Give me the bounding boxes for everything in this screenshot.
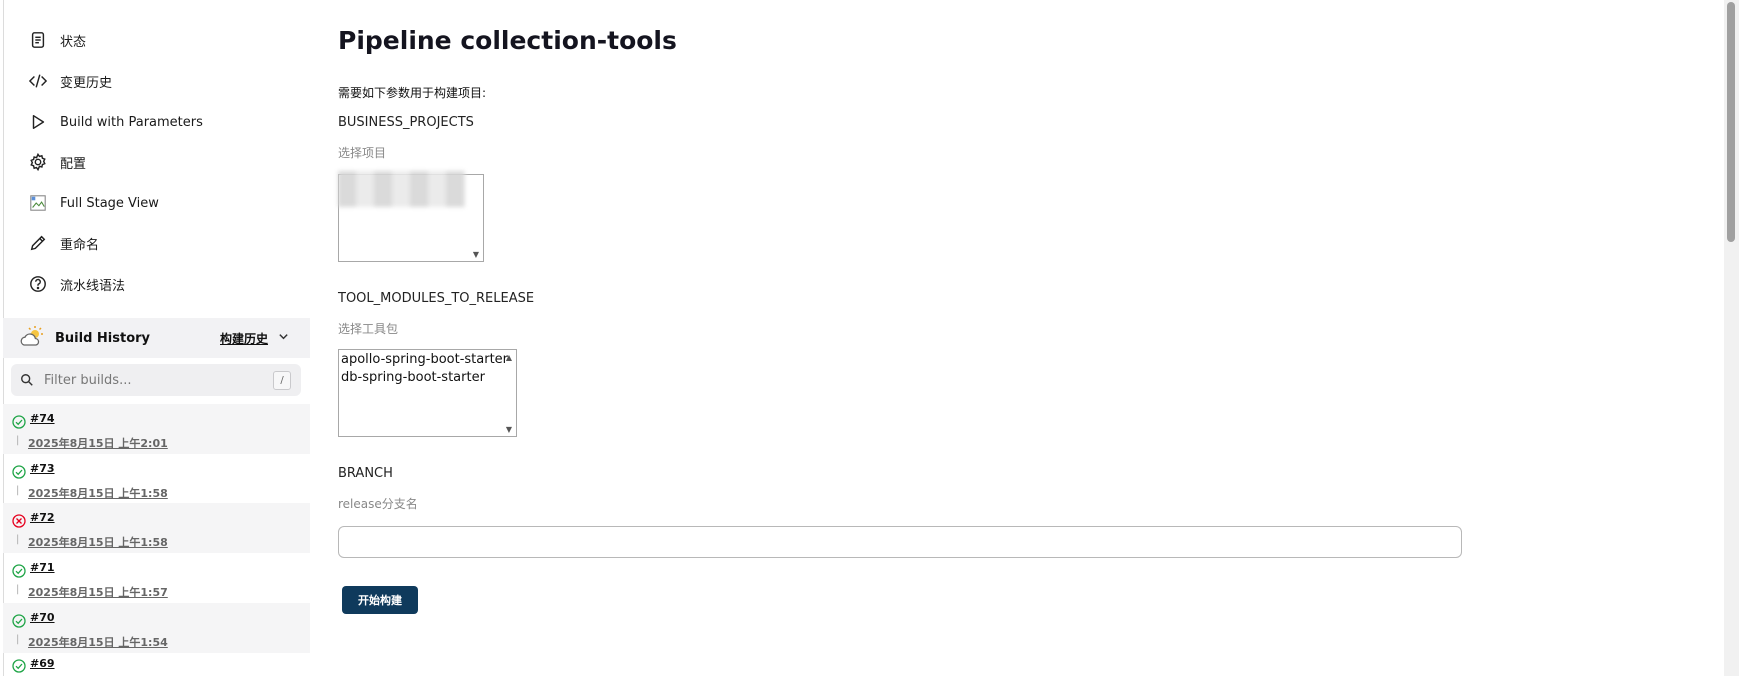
document-icon — [28, 30, 48, 50]
param-desc-branch: release分支名 — [338, 497, 418, 511]
build-row-72: #72 | 2025年8月15日 上午1:58 — [3, 503, 310, 553]
build-date-link[interactable]: 2025年8月15日 上午1:58 — [28, 534, 168, 550]
build-date-link[interactable]: 2025年8月15日 上午2:01 — [28, 435, 168, 451]
select-option[interactable]: apollo-spring-boot-starter — [339, 351, 516, 369]
sidebar-item-build-with-parameters[interactable]: Build with Parameters — [28, 110, 203, 134]
select-option[interactable]: db-spring-boot-starter — [339, 369, 516, 387]
sidebar-item-rename[interactable]: 重命名 — [28, 231, 99, 255]
redacted-option — [338, 171, 465, 207]
scroll-down-icon[interactable]: ▼ — [506, 425, 512, 434]
pencil-icon — [28, 233, 48, 253]
sidebar-item-label: 重命名 — [60, 237, 100, 253]
build-row-70: #70 | 2025年8月15日 上午1:54 — [3, 603, 310, 653]
build-number-link[interactable]: #70 — [30, 611, 55, 624]
code-icon — [28, 71, 48, 91]
chevron-down-icon[interactable] — [278, 331, 289, 345]
weather-sunny-cloudy-icon — [19, 325, 45, 351]
success-check-icon — [12, 415, 26, 429]
sidebar-item-label: 状态 — [60, 34, 87, 50]
sidebar-item-label: 流水线语法 — [60, 278, 126, 294]
sidebar-item-label: 变更历史 — [60, 75, 113, 91]
sidebar-item-pipeline-syntax[interactable]: 流水线语法 — [28, 272, 125, 296]
page-title: Pipeline collection-tools — [338, 26, 677, 55]
build-number-link[interactable]: #72 — [30, 511, 55, 524]
build-row-69: #69 — [3, 653, 310, 676]
build-history-title: Build History — [55, 330, 151, 346]
sidebar-item-changes[interactable]: 变更历史 — [28, 69, 112, 93]
branch-input[interactable] — [338, 526, 1462, 558]
build-row-73: #73 | 2025年8月15日 上午1:58 — [3, 454, 310, 504]
build-date-link[interactable]: 2025年8月15日 上午1:57 — [28, 584, 168, 600]
build-number-link[interactable]: #71 — [30, 561, 55, 574]
sidebar-item-configure[interactable]: 配置 — [28, 150, 86, 174]
play-icon — [28, 112, 48, 132]
build-row-71: #71 | 2025年8月15日 上午1:57 — [3, 553, 310, 603]
sidebar-item-label: Build with Parameters — [60, 114, 203, 130]
build-date-link[interactable]: 2025年8月15日 上午1:54 — [28, 634, 168, 650]
tool-modules-select[interactable]: apollo-spring-boot-starter db-spring-boo… — [338, 349, 517, 437]
success-check-icon — [12, 465, 26, 479]
build-history-header: Build History 构建历史 — [3, 318, 310, 358]
search-icon — [21, 374, 33, 386]
param-name-branch: BRANCH — [338, 466, 393, 481]
build-separator: | — [16, 634, 20, 645]
build-number-link[interactable]: #73 — [30, 462, 55, 475]
sidebar-item-status[interactable]: 状态 — [28, 28, 86, 52]
build-date-link[interactable]: 2025年8月15日 上午1:58 — [28, 485, 168, 501]
success-check-icon — [12, 564, 26, 578]
build-row-74: #74 | 2025年8月15日 上午2:01 — [3, 404, 310, 454]
build-separator: | — [16, 485, 20, 496]
build-separator: | — [16, 584, 20, 595]
page-scrollbar-thumb[interactable] — [1727, 2, 1735, 242]
param-name-tool-modules: TOOL_MODULES_TO_RELEASE — [338, 291, 535, 306]
broken-image-icon — [28, 193, 48, 213]
gear-icon — [28, 152, 48, 172]
param-desc-tool-modules: 选择工具包 — [338, 322, 399, 336]
build-separator: | — [16, 435, 20, 446]
failed-x-icon — [12, 514, 26, 528]
build-number-link[interactable]: #74 — [30, 412, 55, 425]
help-icon — [28, 274, 48, 294]
build-number-link[interactable]: #69 — [30, 657, 55, 670]
scroll-down-icon[interactable]: ▼ — [473, 250, 479, 259]
filter-builds-input[interactable] — [42, 371, 266, 389]
scroll-up-icon[interactable]: ▲ — [506, 353, 512, 362]
param-name-business-projects: BUSINESS_PROJECTS — [338, 115, 474, 130]
sidebar-item-label: 配置 — [60, 156, 87, 172]
params-intro: 需要如下参数用于构建项目: — [338, 86, 487, 100]
success-check-icon — [12, 614, 26, 628]
build-separator: | — [16, 534, 20, 545]
build-history-trend-link[interactable]: 构建历史 — [220, 330, 268, 347]
param-desc-business-projects: 选择项目 — [338, 146, 387, 160]
sidebar-item-full-stage-view[interactable]: Full Stage View — [28, 191, 159, 215]
filter-shortcut-hint: / — [273, 371, 291, 390]
sidebar-item-label: Full Stage View — [60, 195, 159, 211]
filter-builds: / — [11, 364, 301, 396]
success-check-icon — [12, 659, 26, 673]
build-button[interactable]: 开始构建 — [342, 586, 418, 614]
